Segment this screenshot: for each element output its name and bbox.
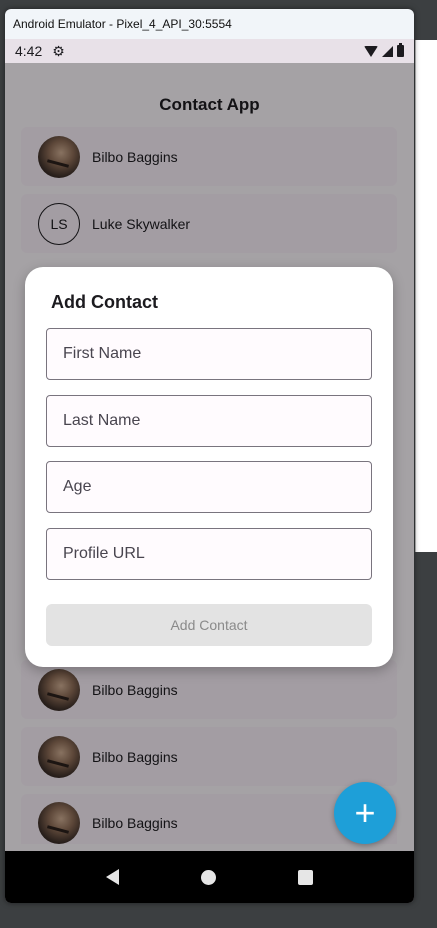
home-icon[interactable]: [201, 869, 216, 885]
first-name-field[interactable]: [46, 328, 372, 380]
ide-right-strip: [415, 552, 437, 928]
profile-url-field[interactable]: [46, 528, 372, 580]
last-name-field[interactable]: [46, 395, 372, 447]
emulator-window: Android Emulator - Pixel_4_API_30:5554 4…: [5, 9, 414, 903]
first-name-input[interactable]: [63, 345, 371, 363]
add-contact-dialog: Add Contact Add Contact: [25, 267, 393, 667]
cell-signal-icon: [382, 45, 393, 57]
status-bar: 4:42 ⚙: [5, 39, 414, 63]
device-screen: 4:42 ⚙ Contact App Bilbo Baggins LS Luke…: [5, 39, 414, 903]
emulator-title: Android Emulator - Pixel_4_API_30:5554: [13, 17, 232, 31]
dialog-title: Add Contact: [51, 292, 158, 312]
emulator-titlebar[interactable]: Android Emulator - Pixel_4_API_30:5554: [5, 9, 414, 39]
profile-url-input[interactable]: [63, 545, 371, 563]
ide-side-panel: [415, 40, 437, 552]
back-icon[interactable]: [106, 869, 119, 885]
recents-icon[interactable]: [298, 869, 313, 885]
status-icons: [364, 43, 404, 57]
wifi-icon: [364, 45, 378, 57]
status-time: 4:42: [15, 43, 43, 59]
last-name-input[interactable]: [63, 412, 371, 430]
battery-icon: [397, 43, 404, 57]
android-nav-bar: [5, 851, 414, 903]
settings-gear-icon: ⚙: [52, 42, 65, 59]
ide-bottom-bar: [0, 903, 437, 928]
plus-icon: +: [354, 792, 376, 833]
age-input[interactable]: [63, 478, 371, 496]
add-contact-fab[interactable]: +: [334, 782, 396, 844]
age-field[interactable]: [46, 461, 372, 513]
add-contact-button[interactable]: Add Contact: [46, 604, 372, 646]
